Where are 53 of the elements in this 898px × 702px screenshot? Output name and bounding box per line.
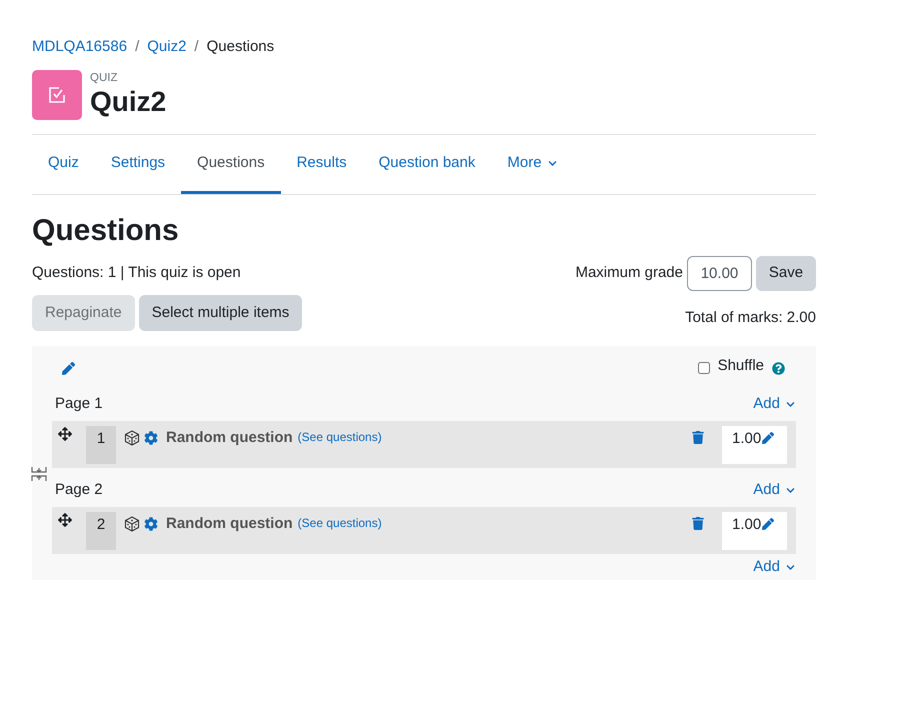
question-number: 1 xyxy=(86,426,116,464)
quiz-title: Quiz2 xyxy=(90,85,166,119)
breadcrumb-separator: / xyxy=(135,36,140,57)
quiz-icon xyxy=(32,70,82,120)
question-name[interactable]: Random question xyxy=(166,513,293,536)
question-name[interactable]: Random question xyxy=(166,427,293,450)
dice-icon xyxy=(124,516,140,532)
nav-tab[interactable]: Questions xyxy=(181,135,281,194)
page-label: Page 2 xyxy=(55,480,103,500)
total-of-marks: Total of marks: 2.00 xyxy=(685,308,816,328)
module-type-label: QUIZ xyxy=(90,71,118,85)
page-label: Page 1 xyxy=(55,394,103,414)
add-menu[interactable]: Add xyxy=(753,478,795,502)
settings-icon[interactable] xyxy=(144,517,158,531)
current-page-title: Questions xyxy=(206,36,274,57)
add-menu[interactable]: Add xyxy=(753,392,795,416)
chevron-down-icon xyxy=(786,486,795,494)
shuffle-checkbox[interactable] xyxy=(698,362,710,374)
page-break-icon[interactable] xyxy=(31,466,47,482)
nav-tab[interactable]: Results xyxy=(280,135,363,194)
nav-tab[interactable]: Settings xyxy=(94,135,182,194)
nav-tab[interactable]: Question bank xyxy=(362,135,492,194)
question-number: 2 xyxy=(86,512,116,550)
see-questions-link[interactable]: (See questions) xyxy=(298,514,382,532)
page-heading: Questions xyxy=(32,213,180,249)
delete-icon[interactable] xyxy=(692,517,704,530)
shuffle-label: Shuffle xyxy=(718,356,764,376)
maximum-grade-label: Maximum grade xyxy=(575,263,683,284)
settings-icon[interactable] xyxy=(144,431,158,445)
edit-mark-icon[interactable] xyxy=(762,518,774,530)
move-icon[interactable] xyxy=(58,513,72,527)
delete-icon[interactable] xyxy=(692,431,704,444)
mark-value: 1.00 xyxy=(732,429,762,449)
action-button[interactable]: Select multiple items xyxy=(138,295,302,331)
see-questions-link[interactable]: (See questions) xyxy=(298,428,382,446)
chevron-down-icon xyxy=(786,562,795,572)
edit-icon[interactable] xyxy=(62,362,75,374)
nav-tab[interactable]: More xyxy=(491,135,573,194)
breadcrumb-separator: / xyxy=(194,36,199,57)
quiz-status: Questions: 1 | This quiz is open xyxy=(32,263,242,283)
nav-tab[interactable]: Quiz xyxy=(32,135,95,194)
breadcrumb-link[interactable]: MDLQA16586 xyxy=(32,36,128,58)
breadcrumb-link[interactable]: Quiz2 xyxy=(147,36,186,58)
move-icon[interactable] xyxy=(58,427,72,441)
chevron-down-icon xyxy=(786,400,795,408)
chevron-down-icon xyxy=(548,158,557,168)
dice-icon xyxy=(124,430,140,446)
mark-value: 1.00 xyxy=(732,515,762,535)
save-button[interactable]: Save xyxy=(756,256,816,291)
add-menu[interactable]: Add xyxy=(753,556,795,578)
edit-mark-icon[interactable] xyxy=(762,432,774,444)
maximum-grade-field[interactable]: 10.00 xyxy=(687,256,752,291)
help-icon[interactable] xyxy=(772,362,785,374)
